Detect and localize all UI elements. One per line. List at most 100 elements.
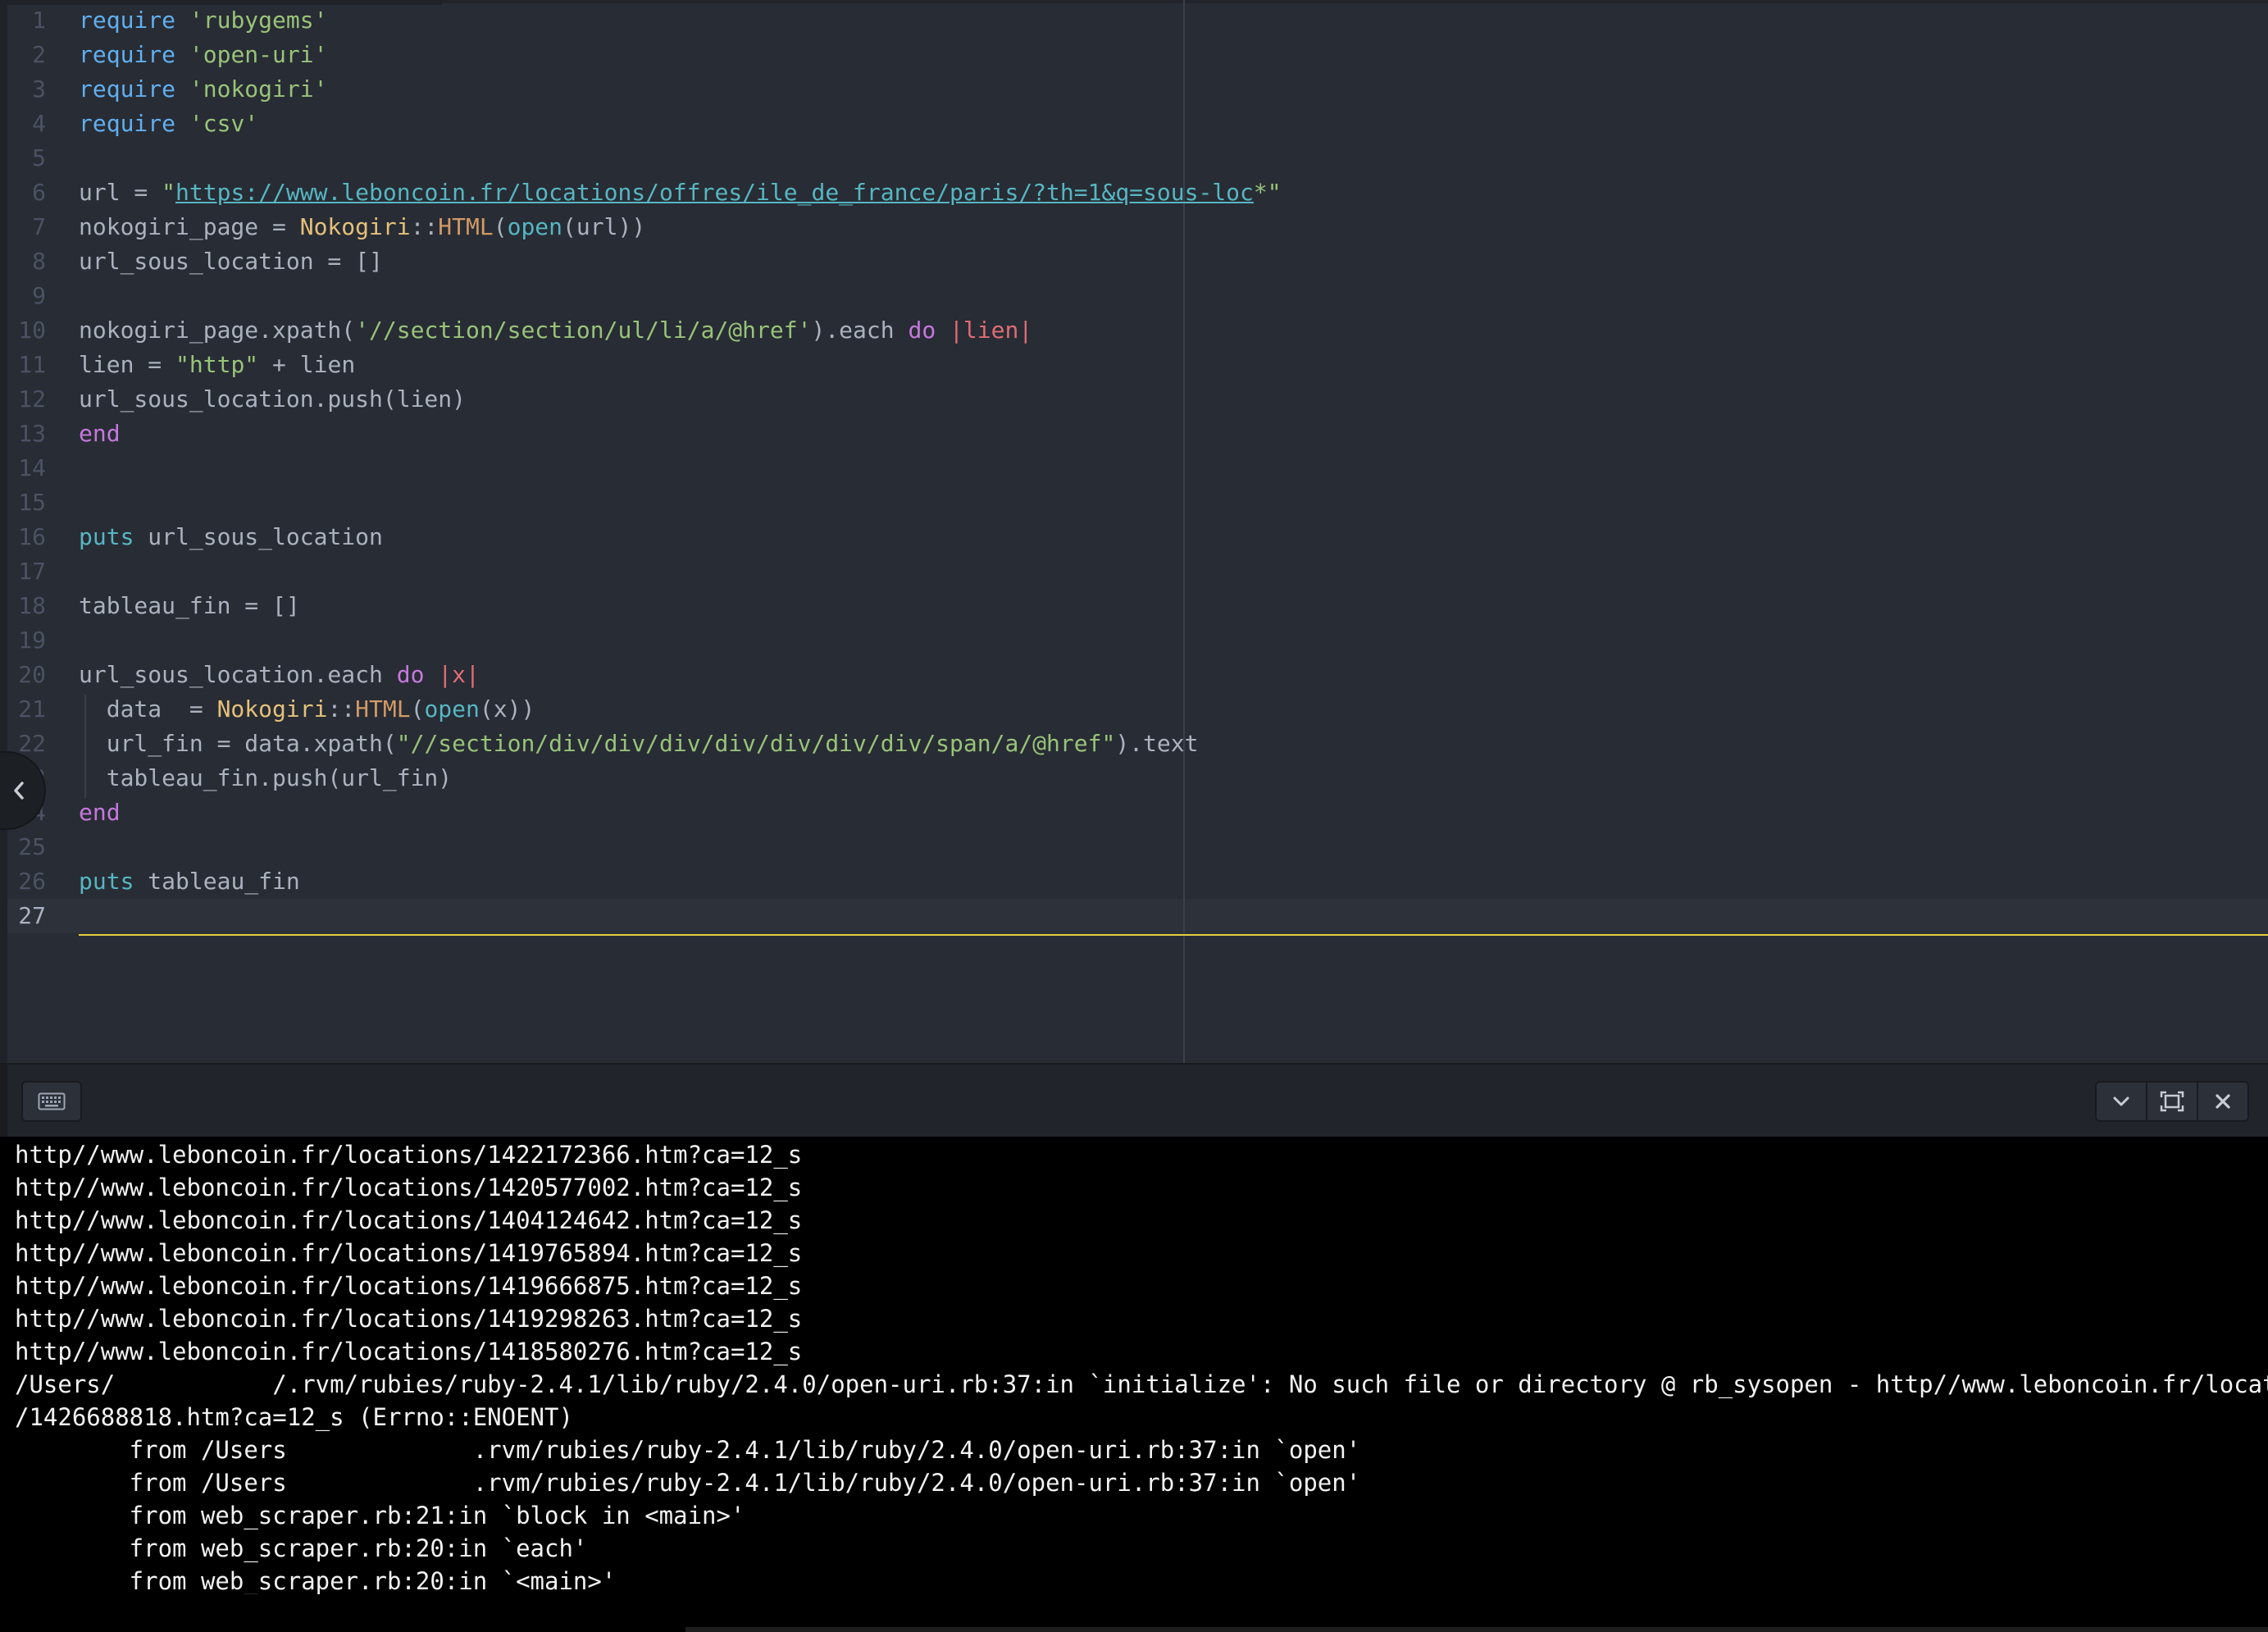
code-text: puts url_sous_location bbox=[79, 520, 383, 554]
code-line[interactable]: 25 bbox=[0, 830, 2268, 864]
code-token: require bbox=[79, 75, 176, 103]
code-token: "//section/div/div/div/div/div/div/div/s… bbox=[396, 730, 1116, 757]
keyboard-button[interactable] bbox=[21, 1081, 82, 1122]
code-line[interactable]: 15 bbox=[0, 485, 2268, 520]
code-token: open bbox=[507, 213, 563, 240]
code-line[interactable]: 8 url_sous_location = [] bbox=[0, 244, 2268, 279]
terminal-output[interactable]: http//www.leboncoin.fr/locations/1422172… bbox=[0, 1137, 2268, 1595]
line-number: 15 bbox=[18, 489, 46, 516]
code-line[interactable]: 22 url_fin = data.xpath("//section/div/d… bbox=[0, 727, 2268, 761]
code-token: nokogiri_page = bbox=[79, 213, 300, 240]
code-line[interactable]: 5 bbox=[0, 141, 2268, 176]
line-number: 12 bbox=[18, 385, 46, 413]
code-line[interactable]: 21 data = Nokogiri::HTML(open(x)) bbox=[0, 692, 2268, 727]
hide-panel-button[interactable] bbox=[2095, 1081, 2147, 1122]
code-line[interactable]: 19 bbox=[0, 623, 2268, 658]
code-token: end bbox=[79, 420, 121, 447]
code-line[interactable]: 20 url_sous_location.each do |x| bbox=[0, 658, 2268, 692]
terminal-panel-header bbox=[0, 1063, 2268, 1138]
code-line[interactable]: 4 require 'csv' bbox=[0, 107, 2268, 141]
code-line[interactable]: 1 require 'rubygems' bbox=[0, 3, 2268, 38]
code-token: do bbox=[908, 317, 936, 344]
code-token: tableau_fin = [] bbox=[79, 592, 300, 619]
terminal-line: http//www.leboncoin.fr/locations/1419765… bbox=[15, 1239, 803, 1267]
line-number: 16 bbox=[18, 523, 46, 550]
code-line[interactable]: 2 require 'open-uri' bbox=[0, 38, 2268, 72]
bottom-bar bbox=[0, 1594, 2268, 1632]
code-token: ( bbox=[410, 695, 425, 723]
code-token: HTML bbox=[438, 213, 494, 240]
code-line[interactable]: 18 tableau_fin = [] bbox=[0, 589, 2268, 623]
terminal-line: from /Users .rvm/rubies/ruby-2.4.1/lib/r… bbox=[15, 1469, 1361, 1497]
code-token: url_fin = data.xpath( bbox=[79, 730, 397, 757]
code-token: 'csv' bbox=[189, 110, 259, 137]
code-token: 'nokogiri' bbox=[189, 75, 328, 103]
terminal-line: from web_scraper.rb:20:in `each' bbox=[15, 1534, 588, 1562]
code-token: do bbox=[396, 661, 425, 688]
terminal-line: http//www.leboncoin.fr/locations/1404124… bbox=[15, 1206, 803, 1234]
line-number: 13 bbox=[18, 420, 46, 447]
code-line[interactable]: 4end bbox=[0, 795, 2268, 830]
code-text: url = "https://www.leboncoin.fr/location… bbox=[79, 176, 1282, 210]
terminal-line: from web_scraper.rb:21:in `block in <mai… bbox=[15, 1502, 745, 1529]
code-text: data = Nokogiri::HTML(open(x)) bbox=[79, 692, 535, 727]
code-line[interactable]: 26 puts tableau_fin bbox=[0, 864, 2268, 899]
code-text: url_sous_location.push(lien) bbox=[79, 382, 466, 417]
code-token: tableau_fin bbox=[134, 868, 300, 895]
terminal-line: http//www.leboncoin.fr/locations/1422172… bbox=[15, 1141, 803, 1169]
code-token: url_sous_location = [] bbox=[79, 248, 383, 275]
code-token: lien = bbox=[79, 351, 176, 378]
keyboard-icon bbox=[38, 1092, 66, 1110]
code-token: "http" bbox=[175, 351, 259, 378]
code-line[interactable]: 12 url_sous_location.push(lien) bbox=[0, 382, 2268, 417]
code-text: nokogiri_page = Nokogiri::HTML(open(url)… bbox=[79, 210, 645, 244]
code-line[interactable]: 13 end bbox=[0, 417, 2268, 451]
terminal-line: /1426688818.htm?ca=12_s (Errno::ENOENT) bbox=[15, 1403, 573, 1431]
code-line[interactable]: 7 nokogiri_page = Nokogiri::HTML(open(url… bbox=[0, 210, 2268, 244]
close-panel-button[interactable] bbox=[2197, 1081, 2249, 1122]
line-number: 4 bbox=[32, 110, 46, 137]
code-token: url_sous_location.each bbox=[79, 661, 397, 688]
code-line[interactable]: 16 puts url_sous_location bbox=[0, 520, 2268, 554]
maximize-panel-button[interactable] bbox=[2146, 1081, 2198, 1122]
line-number: 7 bbox=[32, 213, 46, 240]
code-line[interactable]: 14 bbox=[0, 451, 2268, 485]
line-number: 11 bbox=[18, 351, 46, 378]
code-token: :: bbox=[410, 213, 439, 240]
code-line[interactable]: 3 require 'nokogiri' bbox=[0, 72, 2268, 107]
code-text: nokogiri_page.xpath('//section/section/u… bbox=[79, 313, 1032, 348]
code-line[interactable]: 11 lien = "http" + lien bbox=[0, 348, 2268, 382]
code-token: puts bbox=[79, 868, 134, 895]
code-line[interactable]: 17 bbox=[0, 554, 2268, 589]
code-text: require 'rubygems' bbox=[79, 3, 327, 38]
code-token: (url)) bbox=[562, 213, 646, 240]
code-text: tableau_fin = [] bbox=[79, 589, 300, 623]
code-token: *" bbox=[1253, 179, 1282, 206]
close-icon bbox=[2216, 1094, 2230, 1109]
code-token: 'rubygems' bbox=[189, 7, 328, 34]
code-line[interactable]: 3 tableau_fin.push(url_fin) bbox=[0, 761, 2268, 795]
line-number: 20 bbox=[18, 661, 46, 688]
code-line[interactable]: 9 bbox=[0, 279, 2268, 313]
code-line[interactable]: 27 bbox=[0, 899, 2268, 933]
code-token: url_sous_location bbox=[134, 523, 383, 550]
code-token: url = bbox=[79, 179, 162, 206]
code-editor[interactable]: 1 require 'rubygems' 2 require 'open-uri' 3 r… bbox=[0, 0, 2268, 1063]
code-line[interactable]: 6 url = "https://www.leboncoin.fr/locatio… bbox=[0, 176, 2268, 210]
line-number: 10 bbox=[18, 317, 46, 344]
terminal-line: from web_scraper.rb:20:in `<main>' bbox=[15, 1567, 617, 1595]
code-line[interactable]: 10 nokogiri_page.xpath('//section/section… bbox=[0, 313, 2268, 348]
code-lines[interactable]: 1 require 'rubygems' 2 require 'open-uri' 3 r… bbox=[0, 3, 2268, 933]
code-token: open bbox=[424, 695, 480, 723]
code-token: tableau_fin.push(url_fin) bbox=[79, 764, 453, 791]
code-token: require bbox=[79, 110, 176, 137]
code-token: |lien| bbox=[950, 317, 1033, 344]
chevron-down-icon bbox=[2113, 1096, 2129, 1106]
line-number: 18 bbox=[18, 592, 46, 619]
line-number: 5 bbox=[32, 144, 46, 171]
line-number: 26 bbox=[18, 868, 46, 895]
horizontal-scrollbar[interactable] bbox=[685, 1627, 2268, 1632]
code-text: require 'open-uri' bbox=[79, 38, 327, 72]
